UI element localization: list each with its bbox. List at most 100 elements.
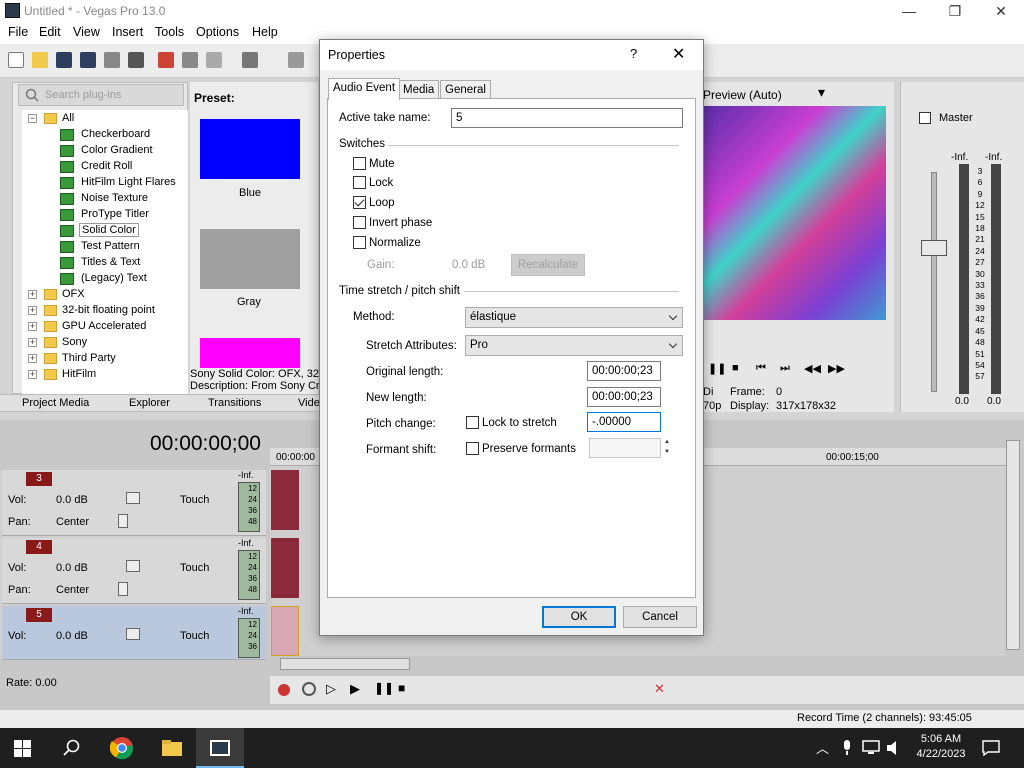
expander-hitfilm[interactable]: +	[28, 370, 37, 379]
notifications-icon[interactable]	[982, 740, 1000, 756]
pan-slider[interactable]	[118, 514, 128, 528]
pan-slider[interactable]	[118, 582, 128, 596]
chrome-icon[interactable]	[110, 736, 134, 760]
expander-ofx[interactable]: +	[28, 290, 37, 299]
save-icon[interactable]	[56, 52, 72, 68]
preview-mode-dropdown[interactable]: Preview (Auto)	[703, 88, 782, 102]
menu-options[interactable]: Options	[196, 25, 239, 39]
volume-icon[interactable]	[886, 740, 902, 756]
close-icon[interactable]: ✕	[672, 44, 685, 64]
lock-checkbox[interactable]	[353, 176, 366, 189]
step-forward-icon[interactable]: ▶▶	[828, 362, 845, 375]
expander-third-party[interactable]: +	[28, 354, 37, 363]
automation-mode[interactable]: Touch	[180, 630, 209, 642]
menu-tools[interactable]: Tools	[155, 25, 184, 39]
stop-icon[interactable]: ■	[732, 362, 739, 374]
spin-down-icon[interactable]: ▼	[663, 448, 671, 457]
ok-button[interactable]: OK	[542, 606, 616, 628]
paste-icon[interactable]	[206, 52, 222, 68]
normalize-checkbox[interactable]	[353, 236, 366, 249]
tab-audio-event[interactable]: Audio Event	[328, 78, 401, 100]
copy-icon[interactable]	[182, 52, 198, 68]
volume-slider[interactable]	[126, 560, 140, 572]
automation-mode[interactable]: Touch	[180, 562, 209, 574]
volume-slider[interactable]	[126, 492, 140, 504]
tree-item-third-party[interactable]: Third Party	[62, 352, 116, 364]
system-clock[interactable]: 5:06 AM 4/22/2023	[906, 732, 976, 762]
tree-item-hitfilm[interactable]: HitFilm	[62, 368, 96, 380]
network-icon[interactable]	[862, 740, 880, 756]
invert-phase-checkbox[interactable]	[353, 216, 366, 229]
prev-frame-icon[interactable]: ⏮	[756, 362, 766, 375]
tree-item-checkerboard[interactable]: Checkerboard	[81, 128, 150, 140]
new-length-input[interactable]: 00:00:00;23	[587, 387, 661, 407]
tree-item-solid-color[interactable]: Solid Color	[79, 223, 139, 237]
menu-insert[interactable]: Insert	[112, 25, 143, 39]
close-window-button[interactable]: ✕	[978, 0, 1024, 22]
open-folder-icon[interactable]	[32, 52, 48, 68]
expander-all[interactable]: −	[28, 114, 37, 123]
cancel-button[interactable]: Cancel	[623, 606, 697, 628]
audio-clip-4[interactable]	[271, 538, 299, 598]
active-take-input[interactable]: 5	[451, 108, 683, 128]
search-plugins[interactable]: Search plug-ins	[18, 84, 184, 106]
step-back-icon[interactable]: ◀◀	[804, 362, 821, 375]
automation-mode[interactable]: Touch	[180, 494, 209, 506]
save-as-icon[interactable]	[80, 52, 96, 68]
tree-item-test-pattern[interactable]: Test Pattern	[81, 240, 140, 252]
redo-icon[interactable]	[288, 52, 304, 68]
preset-swatch-gray[interactable]	[200, 229, 300, 289]
spin-up-icon[interactable]: ▲	[663, 438, 671, 447]
tree-item-gpu-accelerated[interactable]: GPU Accelerated	[62, 320, 146, 332]
stop-icon[interactable]: ■	[398, 681, 405, 695]
preset-swatch-magenta[interactable]	[200, 338, 300, 368]
tree-item-titles-text[interactable]: Titles & Text	[81, 256, 140, 268]
taskbar-vegas[interactable]	[196, 728, 244, 768]
recalculate-button[interactable]: Recalculate	[511, 254, 585, 276]
play-icon[interactable]: ▶	[350, 681, 360, 697]
help-button[interactable]: ?	[630, 46, 637, 61]
chevron-up-icon[interactable]: ︿	[816, 738, 829, 757]
pitch-change-input[interactable]: -.00000	[587, 412, 661, 432]
minimize-button[interactable]: —	[886, 0, 932, 22]
undo-icon[interactable]	[242, 52, 258, 68]
pause-icon[interactable]: ❚❚	[708, 362, 726, 375]
expander-gpu[interactable]: +	[28, 322, 37, 331]
properties-icon[interactable]	[128, 52, 144, 68]
loop-icon[interactable]	[302, 682, 316, 696]
track-header-5[interactable]: 5 Vol: 0.0 dB Touch -Inf. 12 24 36	[2, 606, 266, 660]
tab-general[interactable]: General	[440, 80, 491, 99]
record-icon[interactable]	[278, 684, 290, 696]
menu-help[interactable]: Help	[252, 25, 278, 39]
tree-item-hitfilm-light-flares[interactable]: HitFilm Light Flares	[81, 176, 176, 188]
tree-item-noise-texture[interactable]: Noise Texture	[81, 192, 148, 204]
next-frame-icon[interactable]: ⏭	[780, 362, 790, 375]
tree-item-32bit[interactable]: 32-bit floating point	[62, 304, 155, 316]
tree-item-legacy-text[interactable]: (Legacy) Text	[81, 272, 147, 284]
tree-item-color-gradient[interactable]: Color Gradient	[81, 144, 153, 156]
menu-file[interactable]: File	[8, 25, 28, 39]
delete-icon[interactable]: ✕	[654, 681, 665, 697]
lock-to-stretch-checkbox[interactable]	[466, 416, 479, 429]
mute-checkbox[interactable]	[353, 157, 366, 170]
tree-item-protype-titler[interactable]: ProType Titler	[81, 208, 149, 220]
pause-icon[interactable]: ❚❚	[374, 681, 394, 695]
audio-clip-5[interactable]	[271, 606, 299, 656]
timeline-scrollbar[interactable]	[280, 658, 410, 670]
new-project-icon[interactable]	[8, 52, 24, 68]
tab-project-media[interactable]: Project Media	[22, 397, 89, 409]
volume-slider[interactable]	[126, 628, 140, 640]
tree-item-all[interactable]: All	[62, 112, 74, 124]
chevron-down-icon[interactable]: ▾	[818, 84, 825, 101]
tab-video-fx[interactable]: Vide	[298, 397, 320, 409]
play-from-start-icon[interactable]: ▷	[326, 681, 336, 697]
tree-item-ofx[interactable]: OFX	[62, 288, 85, 300]
preset-swatch-blue[interactable]	[200, 119, 300, 179]
tab-media[interactable]: Media	[398, 80, 440, 99]
cut-icon[interactable]	[158, 52, 174, 68]
tree-item-credit-roll[interactable]: Credit Roll	[81, 160, 132, 172]
menu-edit[interactable]: Edit	[39, 25, 61, 39]
track-header-3[interactable]: 3 Vol: 0.0 dB Touch Pan: Center -Inf. 12…	[2, 470, 266, 536]
tab-transitions[interactable]: Transitions	[208, 397, 261, 409]
render-icon[interactable]	[104, 52, 120, 68]
